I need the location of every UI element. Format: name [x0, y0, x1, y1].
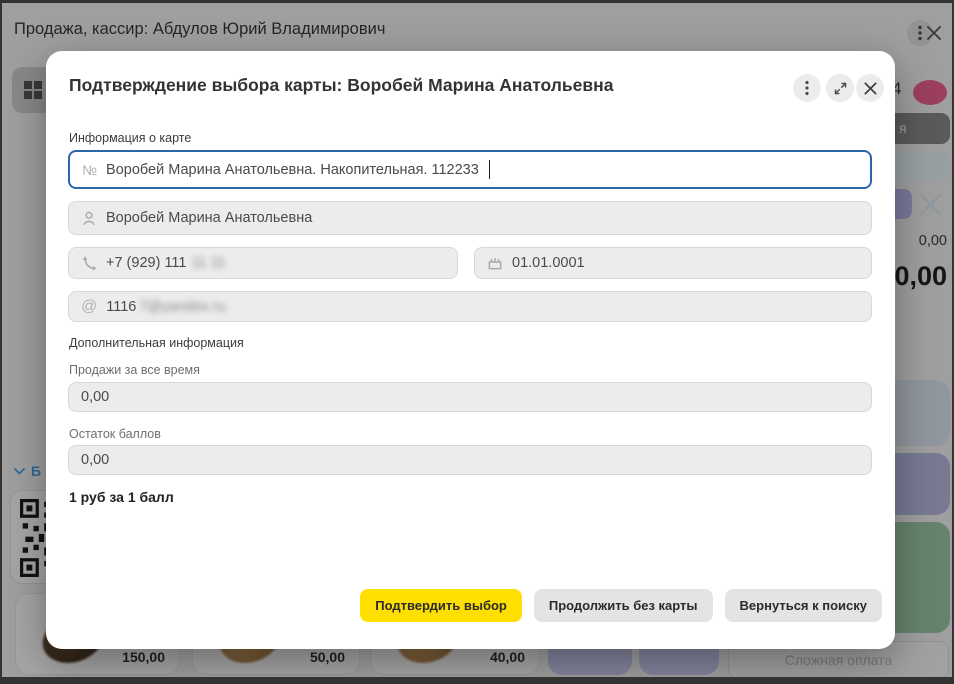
phone-redacted: 11 11: [191, 255, 225, 271]
card-number-icon: №: [82, 162, 97, 178]
client-name-field: Воробей Марина Анатольевна: [68, 201, 872, 235]
dialog-actions: Подтвердить выбор Продолжить без карты В…: [360, 589, 882, 622]
card-number-value: Воробей Марина Анатольевна. Накопительна…: [106, 162, 479, 178]
phone-visible: +7 (929) 111: [106, 255, 186, 271]
continue-without-card-button[interactable]: Продолжить без карты: [534, 589, 713, 622]
birthday-value: 01.01.0001: [512, 255, 585, 271]
email-redacted: 7@yandex.ru: [139, 299, 225, 315]
additional-info-section-label: Дополнительная информация: [69, 336, 244, 350]
dialog-title: Подтверждение выбора карты: Воробей Мари…: [69, 75, 613, 96]
close-icon: [863, 81, 878, 96]
birthday-field: 01.01.0001: [474, 247, 872, 279]
phone-icon: [81, 255, 97, 271]
points-rate-note: 1 руб за 1 балл: [69, 489, 174, 505]
person-icon: [81, 210, 97, 227]
card-number-input[interactable]: № Воробей Марина Анатольевна. Накопитель…: [68, 150, 872, 189]
phone-field: +7 (929) 111 11 11: [68, 247, 458, 279]
email-at-icon: @: [81, 298, 97, 316]
back-to-search-button[interactable]: Вернуться к поиску: [725, 589, 882, 622]
dialog-menu-button[interactable]: [793, 74, 821, 102]
dialog-expand-button[interactable]: [826, 74, 854, 102]
points-balance-value: 0,00: [81, 452, 109, 468]
card-info-section-label: Информация о карте: [69, 131, 191, 145]
pos-window: Продажа, кассир: Абдулов Юрий Владимиров…: [0, 0, 954, 684]
email-field: @ 1116 7@yandex.ru: [68, 291, 872, 322]
birthday-cake-icon: [487, 255, 503, 271]
lifetime-sales-field: 0,00: [68, 382, 872, 412]
card-confirmation-dialog: Подтверждение выбора карты: Воробей Мари…: [46, 51, 895, 649]
points-balance-label: Остаток баллов: [69, 427, 161, 441]
dialog-close-button[interactable]: [856, 74, 884, 102]
lifetime-sales-label: Продажи за все время: [69, 363, 200, 377]
kebab-menu-icon: [805, 80, 809, 96]
email-visible: 1116: [106, 299, 136, 315]
lifetime-sales-value: 0,00: [81, 389, 109, 405]
points-balance-field: 0,00: [68, 445, 872, 475]
text-caret: [489, 160, 491, 179]
expand-icon: [833, 81, 848, 96]
client-name-value: Воробей Марина Анатольевна: [106, 210, 312, 226]
confirm-selection-button[interactable]: Подтвердить выбор: [360, 589, 522, 622]
